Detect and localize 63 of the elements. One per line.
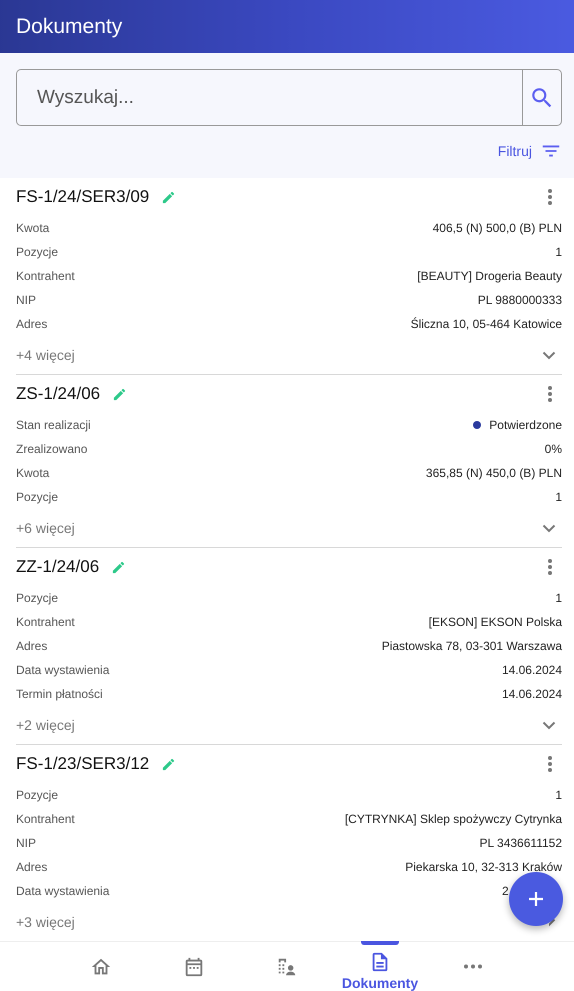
field-label: Kwota: [16, 221, 50, 235]
field-value: 365,85 (N) 450,0 (B) PLN: [426, 466, 562, 480]
field-label: Kontrahent: [16, 812, 75, 826]
field-value: PL 9880000333: [478, 293, 562, 307]
field-label: Pozycje: [16, 788, 58, 802]
field-label: Adres: [16, 860, 48, 874]
more-options-icon[interactable]: [547, 385, 553, 403]
chevron-down-icon[interactable]: [542, 350, 556, 360]
field-value: 2: [502, 884, 510, 898]
chevron-down-icon[interactable]: [542, 720, 556, 730]
field-label: NIP: [16, 293, 36, 307]
more-options-icon[interactable]: [547, 188, 553, 206]
plus-icon: [526, 889, 546, 909]
field-value: 1: [555, 788, 562, 802]
field-value: 1: [555, 490, 562, 504]
field-label: Kontrahent: [16, 269, 75, 283]
field-value: [CYTRYNKA] Sklep spożywczy Cytrynka: [344, 812, 562, 826]
field-label: Zrealizowano: [16, 442, 88, 456]
field-label: Data wystawienia: [16, 663, 110, 677]
chevron-down-icon[interactable]: [542, 524, 556, 532]
show-more-link[interactable]: +3 więcej: [16, 914, 75, 930]
more-options-icon[interactable]: [547, 558, 553, 576]
field-value: [EKSON] EKSON Polska: [428, 615, 562, 629]
show-more-link[interactable]: +6 więcej: [16, 520, 75, 536]
field-label: Kontrahent: [16, 615, 75, 629]
page-title: Dokumenty: [16, 14, 122, 38]
field-label: Adres: [16, 639, 48, 653]
field-label: Pozycje: [16, 245, 58, 259]
field-value: 406,5 (N) 500,0 (B) PLN: [432, 221, 562, 235]
field-label: NIP: [16, 836, 36, 850]
document-number[interactable]: ZS-1/24/06: [16, 384, 100, 404]
field-value: 1: [555, 591, 562, 605]
search-button[interactable]: [522, 69, 562, 126]
field-value: 1: [555, 245, 562, 259]
filter-button[interactable]: Filtruj: [498, 140, 562, 162]
more-icon: [463, 964, 483, 969]
field-label: Kwota: [16, 466, 50, 480]
documents-tab[interactable]: Dokumenty: [334, 942, 426, 991]
search-field[interactable]: Wyszukaj...: [16, 69, 522, 126]
document-number[interactable]: FS-1/23/SER3/12: [16, 754, 150, 774]
field-value: PL 3436611152: [479, 836, 562, 850]
more-options-icon[interactable]: [547, 755, 553, 773]
field-label: Data wystawienia: [16, 884, 110, 898]
field-value: [BEAUTY] Drogeria Beauty: [417, 269, 562, 283]
field-label: Pozycje: [16, 591, 58, 605]
field-value: Potwierdzone: [489, 418, 562, 432]
field-value: 14.06.2024: [502, 687, 562, 701]
field-value: 14.06.2024: [502, 663, 562, 677]
field-label: Pozycje: [16, 490, 58, 504]
add-button[interactable]: [509, 872, 563, 926]
field-value: Piastowska 78, 03-301 Warszawa: [382, 639, 562, 653]
field-value: Śliczna 10, 05-464 Katowice: [410, 317, 562, 331]
field-value: 0%: [544, 442, 562, 456]
field-label: Stan realizacji: [16, 418, 91, 432]
calendar-icon: [183, 956, 205, 978]
field-label: Adres: [16, 317, 48, 331]
search-input[interactable]: Wyszukaj...: [35, 86, 522, 110]
show-more-link[interactable]: +4 więcej: [16, 347, 75, 363]
field-value: Piekarska 10, 32-313 Kraków: [405, 860, 562, 874]
document-number[interactable]: FS-1/24/SER3/09: [16, 187, 150, 207]
show-more-link[interactable]: +2 więcej: [16, 717, 75, 733]
field-label: Termin płatności: [16, 687, 103, 701]
document-number[interactable]: ZZ-1/24/06: [16, 557, 100, 577]
